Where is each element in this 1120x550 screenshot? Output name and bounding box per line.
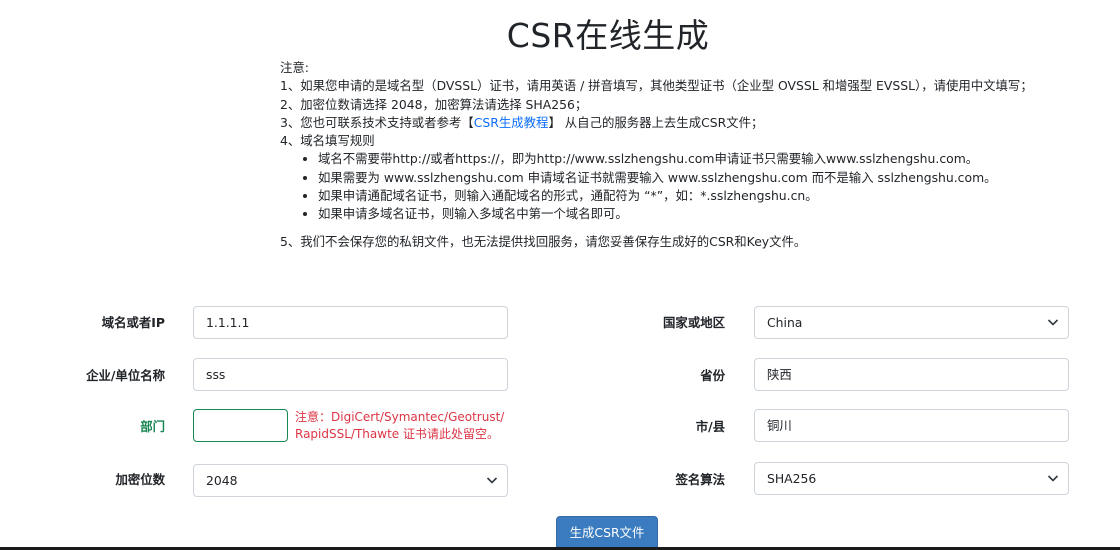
note-item-2: 2、加密位数请选择 2048，加密算法请选择 SHA256；: [280, 96, 588, 112]
chevron-down-icon: [1047, 319, 1059, 326]
note-item-1: 1、如果您申请的是域名型（DVSSL）证书，请用英语 / 拼音填写，其他类型证书…: [280, 78, 1033, 94]
department-hint-line-2: RapidSSL/Thawte 证书请此处留空。: [295, 427, 499, 441]
province-label: 省份: [700, 368, 725, 383]
generate-csr-button[interactable]: 生成CSR文件: [556, 516, 658, 550]
city-label: 市/县: [695, 419, 725, 434]
city-input[interactable]: 铜川: [754, 409, 1069, 442]
country-label: 国家或地区: [663, 315, 725, 330]
country-select[interactable]: China: [754, 306, 1069, 339]
chevron-down-icon: [486, 477, 498, 484]
domain-rule-item: 如果申请通配域名证书，则输入通配域名的形式，通配符为 “*”，如：*.sslzh…: [318, 187, 1110, 205]
notes-panel: 注意: 1、如果您申请的是域名型（DVSSL）证书，请用英语 / 拼音填写，其他…: [280, 59, 1110, 251]
organization-input[interactable]: sss: [193, 358, 508, 391]
country-value: China: [767, 315, 803, 330]
domain-rule-item: 域名不需要带http://或者https://，即为http://www.ssl…: [318, 150, 1110, 168]
notes-heading: 注意:: [280, 60, 309, 75]
domain-rule-item: 如果需要为 www.sslzhengshu.com 申请域名证书就需要输入 ww…: [318, 169, 1110, 187]
department-label: 部门: [140, 419, 165, 434]
domain-input[interactable]: 1.1.1.1: [193, 306, 508, 339]
page-title: CSR在线生成: [506, 16, 710, 55]
key-size-select[interactable]: 2048: [193, 464, 508, 497]
key-size-value: 2048: [206, 473, 238, 488]
department-hint: 注意：DigiCert/Symantec/Geotrust/ RapidSSL/…: [295, 409, 504, 443]
signature-select[interactable]: SHA256: [754, 462, 1069, 495]
note-item-4: 4、域名填写规则: [280, 133, 375, 149]
signature-value: SHA256: [767, 471, 817, 486]
domain-rules-list: 域名不需要带http://或者https://，即为http://www.ssl…: [280, 150, 1110, 223]
signature-label: 签名算法: [675, 472, 725, 487]
organization-label: 企业/单位名称: [86, 368, 165, 383]
domain-rule-item: 如果申请多域名证书，则输入多域名中第一个域名即可。: [318, 205, 1110, 223]
chevron-down-icon: [1047, 475, 1059, 482]
department-input[interactable]: [193, 409, 288, 442]
note-item-5: 5、我们不会保存您的私钥文件，也无法提供找回服务，请您妥善保存生成好的CSR和K…: [280, 233, 807, 249]
domain-label: 域名或者IP: [101, 315, 165, 330]
note-item-3-prefix: 3、您也可联系技术支持或者参考【: [280, 114, 474, 130]
note-item-3: 3、您也可联系技术支持或者参考【CSR生成教程】 从自己的服务器上去生成CSR文…: [280, 114, 1110, 132]
province-input[interactable]: 陕西: [754, 358, 1069, 391]
key-size-label: 加密位数: [115, 472, 165, 487]
csr-tutorial-link[interactable]: CSR生成教程: [474, 115, 549, 130]
note-item-3-suffix: 】 从自己的服务器上去生成CSR文件；: [548, 114, 764, 130]
department-hint-line-1: 注意：DigiCert/Symantec/Geotrust/: [295, 410, 505, 424]
